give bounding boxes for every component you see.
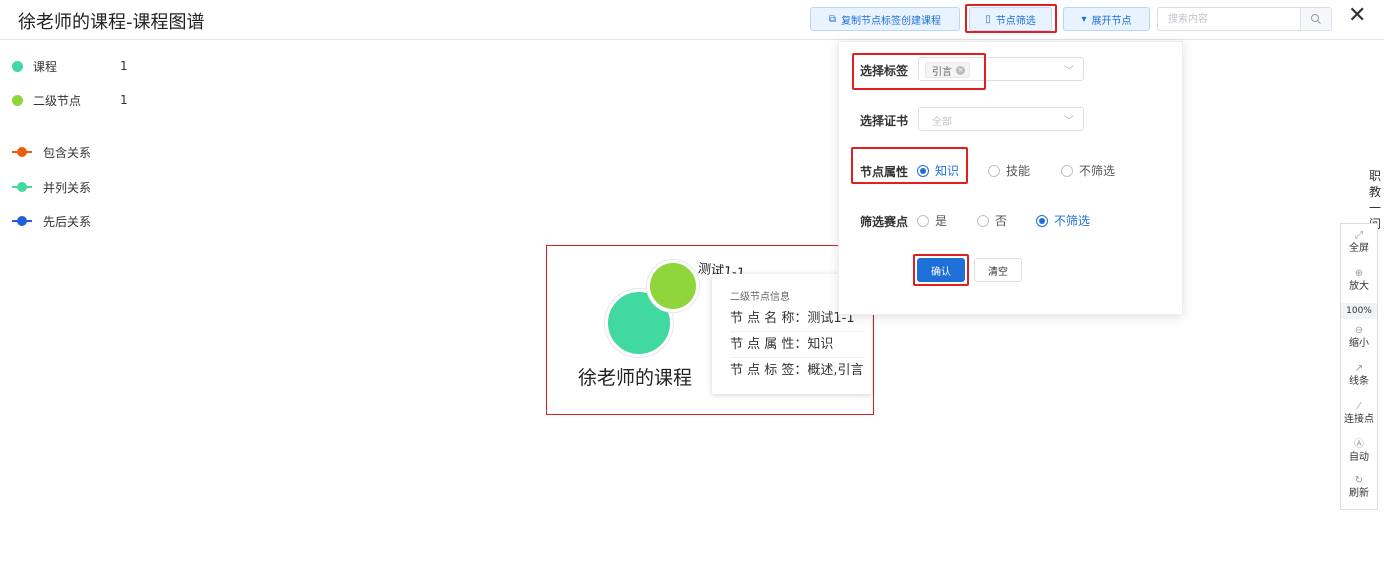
sequence-relation-icon xyxy=(12,216,32,226)
cert-select-label: 选择证书 xyxy=(860,114,909,128)
legend-item-sequence: 先后关系 xyxy=(12,211,162,231)
lines-button[interactable]: ↗ 线条 xyxy=(1341,363,1377,389)
tool-label: 刷新 xyxy=(1349,488,1369,499)
close-icon[interactable]: ✕ xyxy=(1348,4,1366,28)
legend-label: 并列关系 xyxy=(43,180,92,195)
radio-label: 不筛选 xyxy=(1079,164,1116,178)
refresh-button[interactable]: ↻ 刷新 xyxy=(1341,475,1377,501)
search-icon xyxy=(1311,14,1321,24)
parallel-relation-icon xyxy=(12,182,32,192)
legend-label: 先后关系 xyxy=(43,214,92,229)
radio-checked-icon xyxy=(917,164,929,177)
cert-select[interactable]: 全部 ﹀ xyxy=(918,107,1084,131)
auto-icon: Ⓐ xyxy=(1354,439,1364,450)
radio-icon xyxy=(917,214,929,227)
tool-label: 全屏 xyxy=(1349,243,1369,254)
course-node-label: 徐老师的课程 xyxy=(578,367,693,389)
match-radio-no[interactable]: 否 xyxy=(977,212,1007,229)
legend-item-course: 课程 1 xyxy=(12,56,162,76)
tool-label: 线条 xyxy=(1349,376,1369,387)
search-button[interactable] xyxy=(1300,8,1331,30)
match-radio-no-filter[interactable]: 不筛选 xyxy=(1036,212,1090,229)
legend-count: 1 xyxy=(120,93,128,107)
tooltip-title: 二级节点信息 xyxy=(730,292,790,303)
tag-select[interactable]: 引言 × ﹀ xyxy=(918,57,1084,81)
caret-down-icon: ▾ xyxy=(1081,13,1087,25)
fullscreen-button[interactable]: ⤢ 全屏 xyxy=(1341,230,1377,256)
second-node-dot-icon xyxy=(12,94,23,106)
legend-label: 二级节点 xyxy=(33,93,82,108)
radio-label: 知识 xyxy=(935,164,960,178)
tool-label: 放大 xyxy=(1349,281,1369,292)
auto-layout-button[interactable]: Ⓐ 自动 xyxy=(1341,439,1377,465)
radio-label: 否 xyxy=(995,214,1008,228)
copy-tags-create-course-button[interactable]: ⧉ 复制节点标签创建课程 xyxy=(810,7,960,31)
tag-text: 引言 xyxy=(932,66,952,78)
tool-label: 缩小 xyxy=(1349,338,1369,349)
graph-toolbar: ⤢ 全屏 ⊕ 放大 100% ⊖ 缩小 ↗ 线条 ⁄ 连接点 Ⓐ 自动 ↻ 刷新 xyxy=(1340,223,1378,510)
expand-nodes-label: 展开节点 xyxy=(1091,15,1132,27)
match-point-label: 筛选赛点 xyxy=(860,215,909,229)
confirm-button[interactable]: 确认 xyxy=(917,258,965,282)
zoom-in-icon: ⊕ xyxy=(1354,268,1364,279)
tag-remove-icon[interactable]: × xyxy=(956,65,965,75)
search-box xyxy=(1157,7,1332,31)
search-input[interactable] xyxy=(1158,8,1301,30)
connect-points-button[interactable]: ⁄ 连接点 xyxy=(1341,401,1377,427)
zoom-out-icon: ⊖ xyxy=(1354,325,1364,336)
clear-button[interactable]: 清空 xyxy=(974,258,1022,282)
selected-tag: 引言 × xyxy=(925,62,970,78)
tooltip-node-tags: 节 点 标 签：概述,引言 xyxy=(730,363,864,378)
node-attr-label: 节点属性 xyxy=(860,165,909,179)
chevron-down-icon: ﹀ xyxy=(1064,66,1074,77)
zoom-in-button[interactable]: ⊕ 放大 xyxy=(1341,268,1377,294)
tooltip-node-attr: 节 点 属 性：知识 xyxy=(730,332,864,358)
refresh-icon: ↻ xyxy=(1354,475,1364,486)
legend-label: 包含关系 xyxy=(43,145,92,160)
legend-item-contains: 包含关系 xyxy=(12,142,162,162)
legend-item-parallel: 并列关系 xyxy=(12,177,162,197)
attr-radio-knowledge[interactable]: 知识 xyxy=(917,162,959,179)
trend-line-icon: ↗ xyxy=(1354,363,1364,374)
page-title: 徐老师的课程-课程图谱 xyxy=(18,12,205,33)
legend-item-second-node: 二级节点 1 xyxy=(12,90,162,110)
node-filter-button[interactable]: ▯ 节点筛选 xyxy=(969,7,1052,31)
tool-label: 自动 xyxy=(1349,452,1369,463)
chevron-down-icon: ﹀ xyxy=(1064,116,1074,127)
attr-radio-skill[interactable]: 技能 xyxy=(988,162,1030,179)
radio-icon xyxy=(988,164,1000,177)
match-radio-yes[interactable]: 是 xyxy=(917,212,947,229)
radio-label: 是 xyxy=(935,214,948,228)
radio-checked-icon xyxy=(1036,214,1048,227)
contains-relation-icon xyxy=(12,147,32,157)
course-dot-icon xyxy=(12,60,23,72)
copy-tags-label: 复制节点标签创建课程 xyxy=(841,15,942,27)
fullscreen-icon: ⤢ xyxy=(1355,230,1363,241)
tag-select-label: 选择标签 xyxy=(860,64,909,78)
legend-count: 1 xyxy=(120,59,128,73)
clipboard-icon: ▯ xyxy=(985,13,991,25)
expand-nodes-button[interactable]: ▾ 展开节点 xyxy=(1063,7,1150,31)
tool-label: 连接点 xyxy=(1344,414,1374,425)
radio-label: 技能 xyxy=(1006,164,1031,178)
header-bar: 徐老师的课程-课程图谱 ⧉ 复制节点标签创建课程 ▯ 节点筛选 ▾ 展开节点 ✕ xyxy=(0,0,1384,40)
cert-select-value: 全部 xyxy=(932,117,952,128)
radio-label: 不筛选 xyxy=(1054,214,1091,228)
radio-icon xyxy=(1061,164,1073,177)
connect-icon: ⁄ xyxy=(1358,401,1360,412)
copy-icon: ⧉ xyxy=(828,13,837,25)
node-filter-label: 节点筛选 xyxy=(995,15,1036,27)
radio-icon xyxy=(977,214,989,227)
attr-radio-no-filter[interactable]: 不筛选 xyxy=(1061,162,1115,179)
zoom-out-button[interactable]: ⊖ 缩小 xyxy=(1341,325,1377,351)
zoom-level: 100% xyxy=(1341,303,1377,319)
second-level-node[interactable] xyxy=(647,260,699,312)
legend-label: 课程 xyxy=(33,59,58,74)
